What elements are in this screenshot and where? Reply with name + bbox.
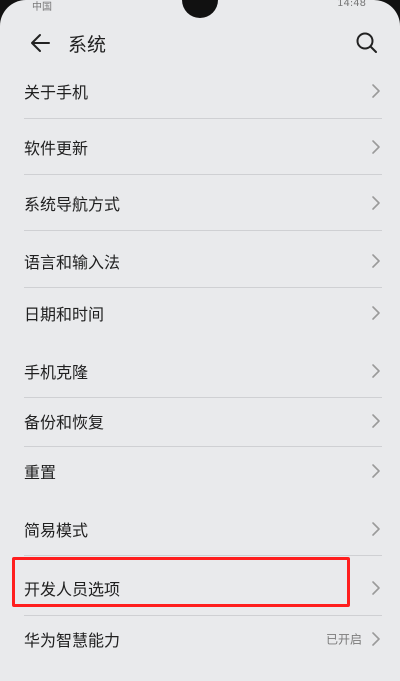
settings-item-label: 关于手机 [24,83,89,102]
settings-item-label: 软件更新 [24,139,89,158]
chevron-right-icon [372,364,380,378]
search-icon [356,32,377,53]
chevron-right-icon [372,196,380,210]
settings-item-backup-restore[interactable]: 备份和恢复 [0,394,400,448]
header: 系统 [0,20,400,64]
back-button[interactable] [22,28,52,58]
settings-item-label: 系统导航方式 [24,195,121,214]
settings-item-label: 语言和输入法 [24,253,121,272]
chevron-right-icon [372,140,380,154]
settings-item-label: 重置 [24,463,57,482]
settings-item-label: 备份和恢复 [24,413,105,432]
settings-item-date-time[interactable]: 日期和时间 [0,286,400,340]
chevron-right-icon [372,522,380,536]
status-bar-time: 14:48 [337,0,366,9]
chevron-right-icon [372,414,380,428]
search-button[interactable] [352,28,382,58]
divider [24,555,382,556]
settings-item-language-input[interactable]: 语言和输入法 [0,234,400,288]
settings-item-label: 手机克隆 [24,363,89,382]
settings-item-label: 日期和时间 [24,305,105,324]
divider [24,174,382,175]
settings-item-about-phone[interactable]: 关于手机 [0,64,400,118]
chevron-right-icon [372,632,380,646]
settings-item-software-update[interactable]: 软件更新 [0,120,400,174]
chevron-right-icon [372,306,380,320]
back-arrow-icon [31,34,50,52]
settings-item-huawei-smart[interactable]: 华为智慧能力 已开启 [0,612,400,666]
settings-item-simple-mode[interactable]: 简易模式 [0,502,400,556]
settings-item-label: 简易模式 [24,521,89,540]
status-bar-left-text: 中国 [32,2,52,13]
chevron-right-icon [372,84,380,98]
settings-item-phone-clone[interactable]: 手机克隆 [0,344,400,398]
settings-item-navigation[interactable]: 系统导航方式 [0,176,400,230]
settings-item-label: 华为智慧能力 [24,631,121,650]
divider [24,118,382,119]
settings-item-reset[interactable]: 重置 [0,444,400,498]
chevron-right-icon [372,464,380,478]
settings-item-status: 已开启 [325,632,362,647]
page-title: 系统 [68,34,107,56]
chevron-right-icon [372,254,380,268]
developer-options-highlight [12,557,350,607]
phone-screen: 中国 14:48 系统 关于手机 软件更新 系统导航方式 语言和输入法 日期和时… [0,0,400,681]
status-bar: 中国 14:48 [0,0,400,14]
chevron-right-icon [372,581,380,595]
divider [24,230,382,231]
